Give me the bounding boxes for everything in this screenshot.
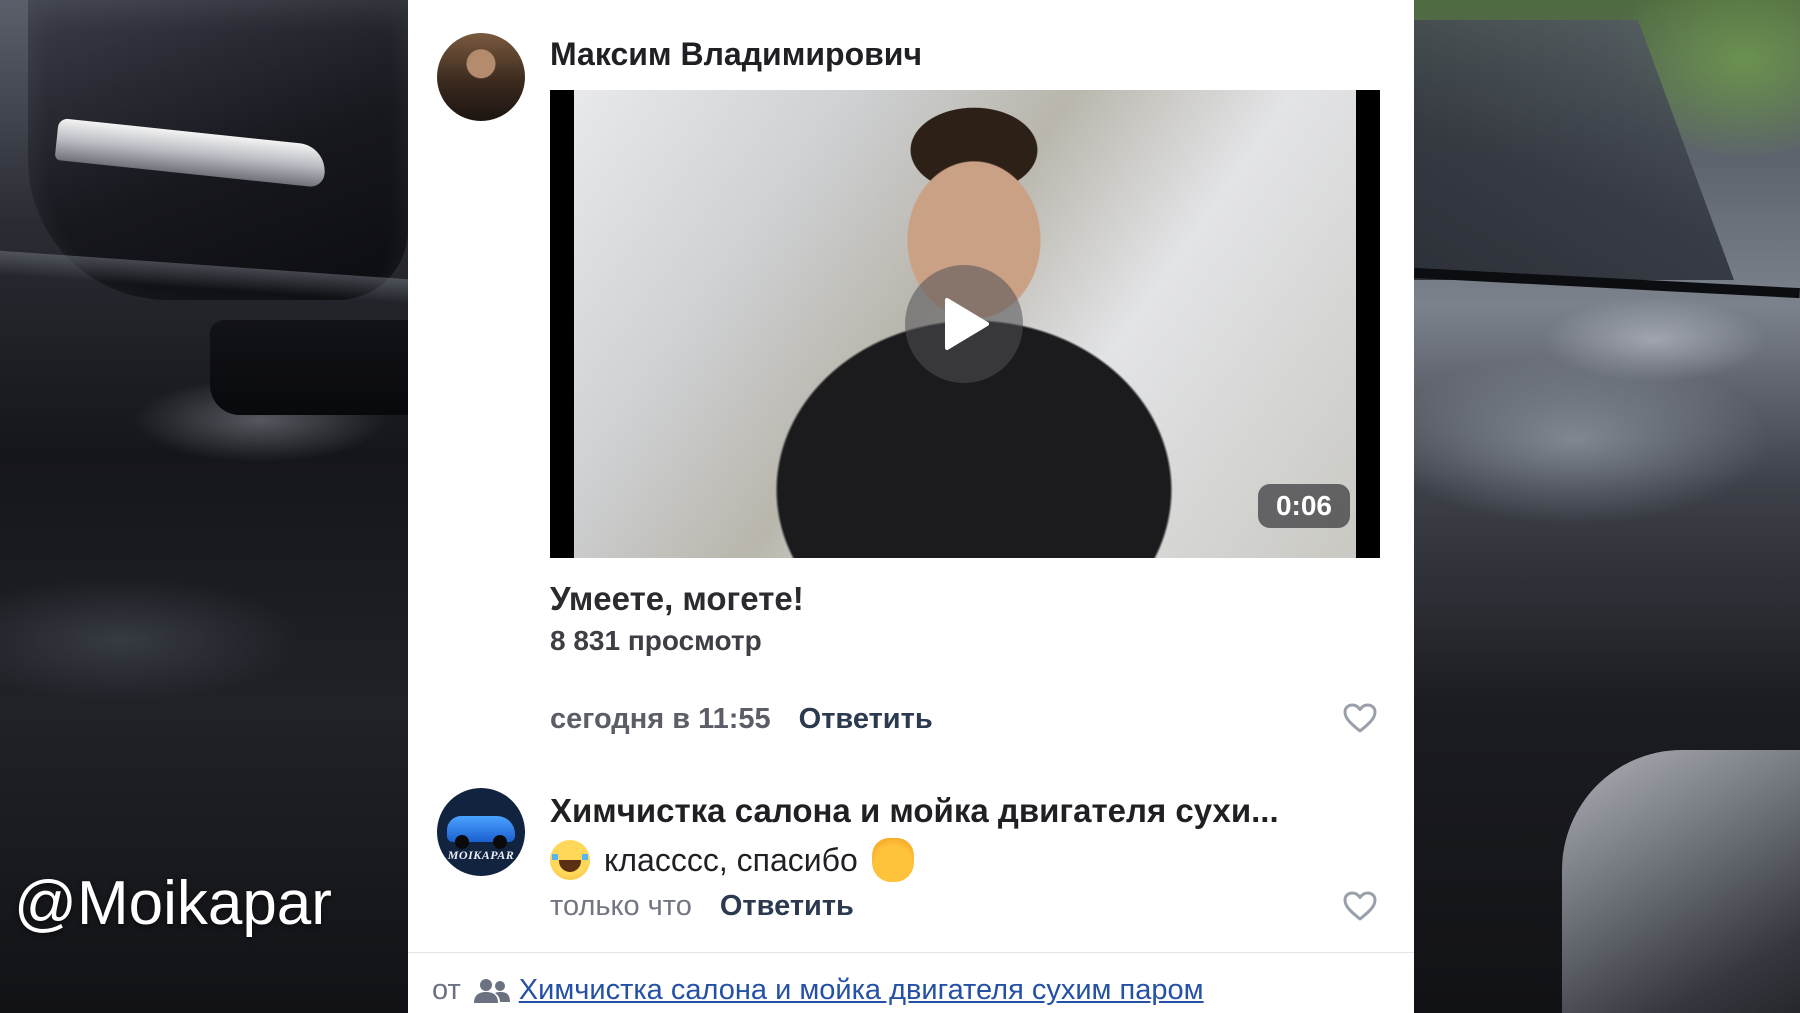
comment-text: класссс, спасибо — [550, 838, 928, 882]
heart-icon[interactable] — [1342, 702, 1378, 734]
video-duration: 0:06 — [1257, 484, 1350, 528]
heart-icon[interactable] — [1342, 890, 1378, 922]
mirror-base — [210, 320, 408, 415]
group-avatar[interactable]: MOIKAPAR — [437, 788, 525, 876]
source-group-link[interactable]: Химчистка салона и мойка двигателя сухим… — [519, 974, 1204, 1007]
avatar-brand-text: MOIKAPAR — [447, 848, 515, 862]
group-icon — [473, 978, 510, 1003]
comment-meta: только что Ответить — [550, 890, 854, 923]
reply-button[interactable]: Ответить — [799, 703, 933, 735]
comment-time[interactable]: сегодня в 11:55 — [550, 703, 771, 735]
background-photo-left — [0, 0, 408, 1013]
comment-time[interactable]: только что — [550, 890, 692, 922]
comment-meta: сегодня в 11:55 Ответить — [550, 703, 933, 736]
comment-author[interactable]: Химчистка салона и мойка двигателя сухи.… — [550, 792, 1279, 830]
play-icon — [945, 298, 989, 350]
comment-author[interactable]: Максим Владимирович — [550, 36, 922, 73]
source-line: от Химчистка салона и мойка двигателя су… — [432, 974, 1204, 1007]
car-logo — [447, 816, 515, 849]
source-prefix: от — [432, 974, 461, 1006]
comment-body: класссс, спасибо — [604, 841, 858, 878]
divider — [408, 952, 1414, 953]
car-windshield — [1414, 20, 1734, 280]
video-thumbnail[interactable]: 0:06 — [550, 90, 1380, 558]
watermark: @Moikapar — [14, 869, 332, 938]
video-title[interactable]: Умеете, могете! — [550, 580, 804, 618]
video-views: 8 831 просмотр — [550, 625, 762, 656]
play-button[interactable] — [905, 265, 1023, 383]
reply-button[interactable]: Ответить — [720, 890, 854, 922]
car-headlight — [1562, 750, 1800, 1013]
background-photo-right — [1414, 0, 1800, 1013]
laugh-cry-emoji — [550, 840, 590, 880]
raised-hand-emoji — [871, 838, 914, 882]
avatar[interactable] — [437, 33, 525, 121]
